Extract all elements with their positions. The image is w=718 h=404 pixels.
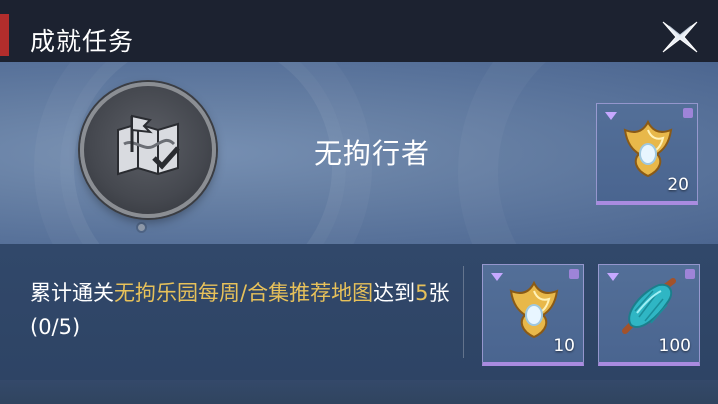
rarity-corner-icon <box>683 108 693 118</box>
rarity-corner-icon <box>569 269 579 279</box>
teal-cocoon-item-icon <box>622 278 676 334</box>
task-highlight-count: 5 <box>415 281 429 305</box>
divider <box>463 266 464 358</box>
reward-count: 10 <box>553 336 575 356</box>
next-task-row <box>0 380 718 404</box>
task-panel: 累计通关无拘乐园每周/合集推荐地图达到5张 (0/5) 10 100 <box>0 244 718 380</box>
task-text-mid: 达到 <box>373 281 416 305</box>
close-icon[interactable] <box>655 16 705 58</box>
reward-count: 20 <box>667 175 689 195</box>
task-reward-slot[interactable]: 10 <box>482 264 584 366</box>
map-flag-badge-icon <box>80 82 216 218</box>
dialog-header: 成就任务 <box>0 0 718 62</box>
rarity-corner-icon <box>685 269 695 279</box>
task-description: 累计通关无拘乐园每周/合集推荐地图达到5张 (0/5) <box>30 276 460 344</box>
dialog-title: 成就任务 <box>30 27 135 56</box>
golden-lotus-crest-icon <box>623 119 673 178</box>
task-highlight-mode: 无拘乐园每周/合集推荐地图 <box>114 281 374 305</box>
golden-lotus-crest-icon <box>509 280 559 339</box>
task-reward-slot[interactable]: 100 <box>598 264 700 366</box>
task-text-prefix: 累计通关 <box>30 281 114 305</box>
reward-count: 100 <box>658 336 691 356</box>
achievement-name: 无拘行者 <box>314 137 431 170</box>
achievement-panel: 无拘行者 20 <box>0 62 718 244</box>
achievement-reward-slot[interactable]: 20 <box>596 103 698 205</box>
header-accent-bar <box>0 14 9 56</box>
page-indicator-dot <box>138 224 145 231</box>
